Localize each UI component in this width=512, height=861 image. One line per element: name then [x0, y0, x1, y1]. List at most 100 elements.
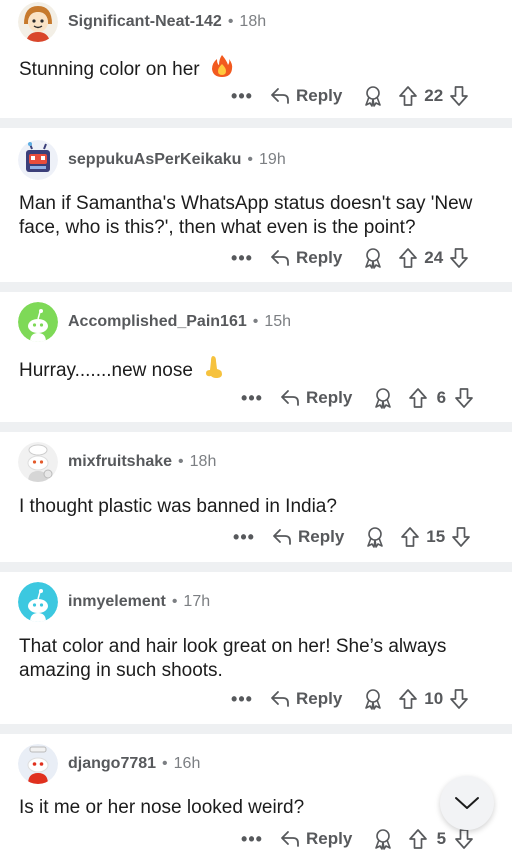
upvote-icon[interactable] — [398, 688, 418, 710]
vote-count: 15 — [426, 527, 446, 546]
nose-emoji-icon — [204, 355, 224, 386]
timestamp: 19h — [259, 151, 286, 168]
separator: • — [227, 13, 234, 30]
username[interactable]: seppukuAsPerKeikaku — [68, 151, 241, 169]
reply-label: Reply — [296, 248, 343, 267]
reply-button[interactable]: Reply — [272, 527, 344, 547]
more-options-button[interactable]: ••• — [230, 527, 258, 548]
red-snoo-avatar-icon[interactable] — [18, 744, 58, 784]
reply-arrow-icon — [281, 390, 299, 406]
vote-control: 6 — [408, 387, 474, 409]
comment-5: inmyelement • 17h That color and hair lo… — [0, 572, 512, 724]
comment-2: seppukuAsPerKeikaku • 19h Man if Samanth… — [0, 128, 512, 282]
downvote-icon[interactable] — [449, 247, 469, 269]
reply-label: Reply — [306, 829, 353, 848]
comment-meta: mixfruitshake • 18h — [18, 442, 216, 482]
upvote-icon[interactable] — [408, 387, 428, 409]
reply-arrow-icon — [271, 88, 289, 104]
award-icon[interactable] — [362, 688, 384, 710]
separator: • — [171, 593, 178, 610]
comment-meta: Accomplished_Pain161 • 15h — [18, 302, 291, 342]
username[interactable]: django7781 — [68, 755, 156, 773]
chef-snoo-avatar-icon[interactable] — [18, 442, 58, 482]
username[interactable]: Significant-Neat-142 — [68, 13, 222, 31]
downvote-icon[interactable] — [449, 85, 469, 107]
reply-arrow-icon — [281, 831, 299, 847]
vote-count: 5 — [436, 829, 447, 848]
reply-label: Reply — [296, 86, 343, 105]
comment-actions: ••• Reply 5 — [238, 823, 474, 855]
downvote-icon[interactable] — [451, 526, 471, 548]
comment-actions: ••• Reply 15 — [230, 521, 471, 553]
upvote-icon[interactable] — [400, 526, 420, 548]
award-icon[interactable] — [362, 85, 384, 107]
downvote-icon[interactable] — [454, 828, 474, 850]
vote-control: 22 — [398, 85, 469, 107]
timestamp: 16h — [173, 755, 201, 772]
vote-count: 10 — [424, 689, 444, 708]
upvote-icon[interactable] — [408, 828, 428, 850]
comment-meta: Significant-Neat-142 • 18h — [18, 2, 266, 42]
upvote-icon[interactable] — [398, 85, 418, 107]
vote-count: 6 — [436, 388, 447, 407]
comment-actions: ••• Reply 10 — [228, 683, 469, 715]
reply-button[interactable]: Reply — [270, 86, 342, 106]
comment-text: Man if Samantha's WhatsApp status doesn'… — [19, 193, 473, 238]
reply-arrow-icon — [273, 529, 291, 545]
username[interactable]: Accomplished_Pain161 — [68, 313, 247, 331]
comment-actions: ••• Reply 6 — [238, 382, 474, 414]
blue-snoo-avatar-icon[interactable] — [18, 582, 58, 622]
divider — [0, 118, 512, 128]
award-icon[interactable] — [372, 828, 394, 850]
scroll-down-button[interactable] — [440, 776, 494, 830]
comment-text: That color and hair look great on her! S… — [19, 636, 447, 681]
vote-control: 24 — [398, 247, 469, 269]
separator: • — [252, 313, 259, 330]
more-options-button[interactable]: ••• — [238, 829, 266, 850]
separator: • — [247, 151, 254, 168]
downvote-icon[interactable] — [454, 387, 474, 409]
more-options-button[interactable]: ••• — [228, 248, 256, 269]
robot-avatar-icon[interactable] — [18, 140, 58, 180]
vote-count: 22 — [424, 86, 444, 105]
vote-control: 5 — [408, 828, 474, 850]
award-icon[interactable] — [364, 526, 386, 548]
timestamp: 18h — [239, 13, 267, 30]
award-icon[interactable] — [362, 247, 384, 269]
reply-button[interactable]: Reply — [270, 248, 342, 268]
award-icon[interactable] — [372, 387, 394, 409]
green-snoo-avatar-icon[interactable] — [18, 302, 58, 342]
reply-button[interactable]: Reply — [280, 829, 352, 849]
timestamp: 17h — [183, 593, 211, 610]
username[interactable]: mixfruitshake — [68, 453, 172, 471]
comment-meta: django7781 • 16h — [18, 744, 200, 784]
comment-text-content: Stunning color on her — [19, 59, 200, 80]
timestamp: 18h — [189, 453, 217, 470]
comment-4: mixfruitshake • 18h I thought plastic wa… — [0, 432, 512, 562]
reply-button[interactable]: Reply — [270, 689, 342, 709]
more-options-button[interactable]: ••• — [228, 689, 256, 710]
vote-control: 10 — [398, 688, 469, 710]
separator: • — [162, 755, 168, 772]
divider — [0, 422, 512, 432]
divider — [0, 724, 512, 734]
reply-label: Reply — [296, 689, 343, 708]
comment-actions: ••• Reply 24 — [228, 242, 469, 274]
username[interactable]: inmyelement — [68, 593, 166, 611]
comment-text: I thought plastic was banned in India? — [19, 496, 337, 517]
comment-actions: ••• Reply 22 — [228, 80, 469, 112]
upvote-icon[interactable] — [398, 247, 418, 269]
reply-label: Reply — [306, 388, 353, 407]
girl-avatar-icon[interactable] — [18, 2, 58, 42]
vote-count: 24 — [424, 248, 444, 267]
comment-1: Significant-Neat-142 • 18h Stunning colo… — [0, 0, 512, 118]
reply-label: Reply — [298, 527, 345, 546]
more-options-button[interactable]: ••• — [238, 388, 266, 409]
comment-meta: seppukuAsPerKeikaku • 19h — [18, 140, 286, 180]
more-options-button[interactable]: ••• — [228, 86, 256, 107]
divider — [0, 282, 512, 292]
reply-button[interactable]: Reply — [280, 388, 352, 408]
comment-text-content: Hurray.......new nose — [19, 360, 193, 381]
divider — [0, 562, 512, 572]
downvote-icon[interactable] — [449, 688, 469, 710]
